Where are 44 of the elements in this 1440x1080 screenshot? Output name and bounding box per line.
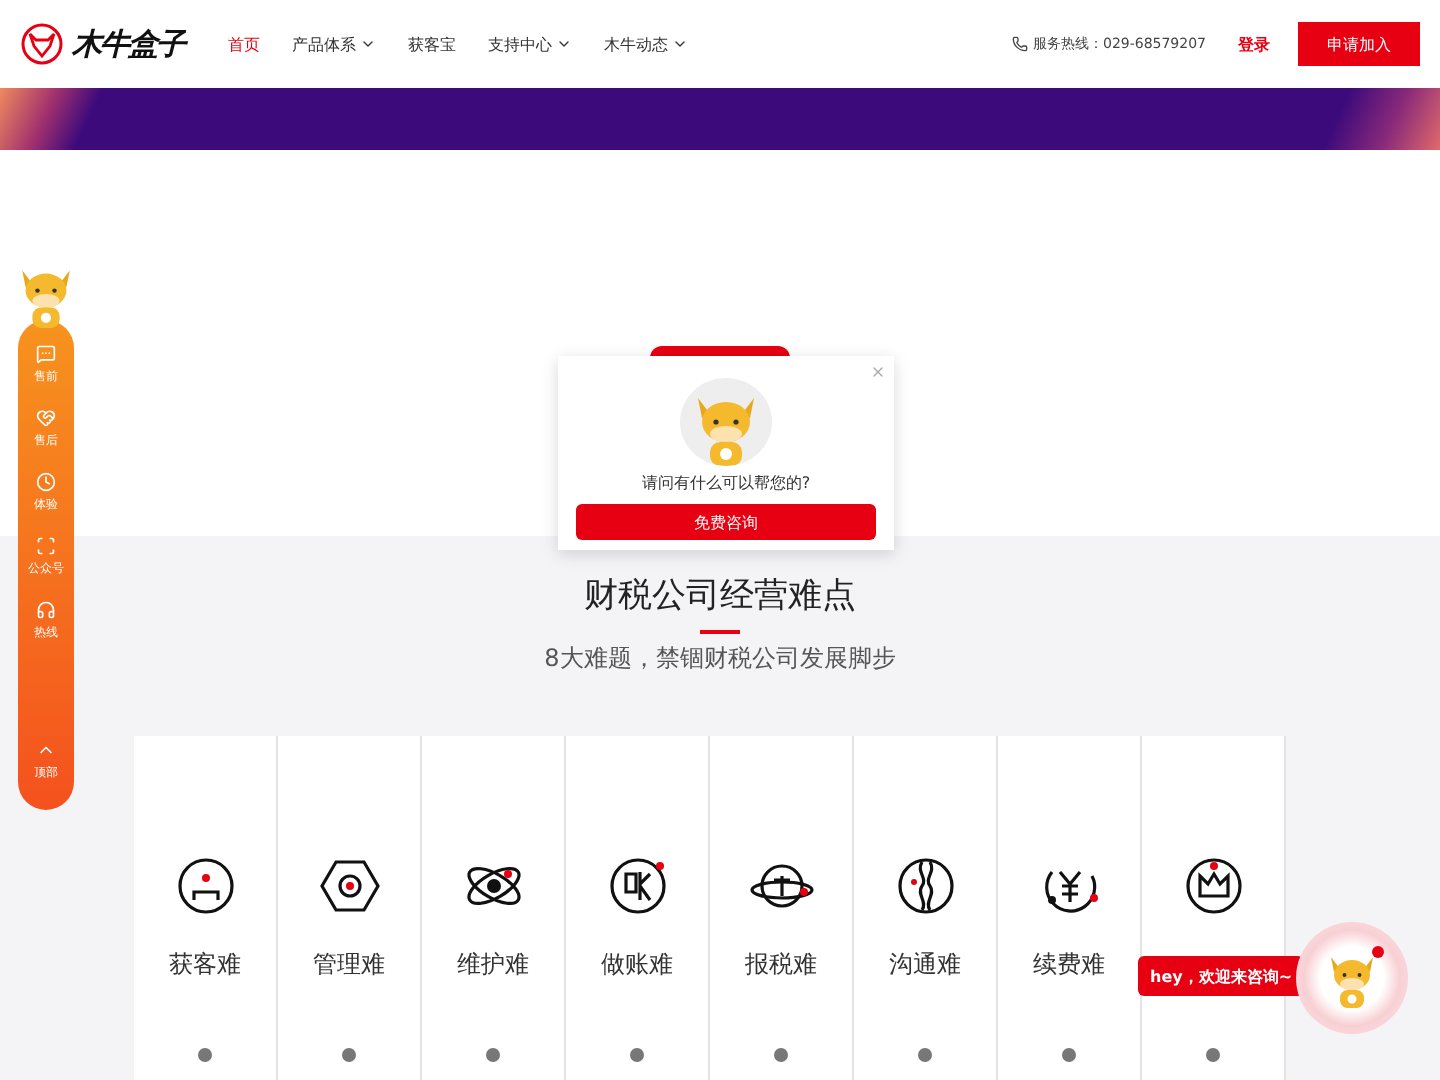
- card-dot: [918, 1048, 932, 1062]
- section-subtitle: 8大难题，禁锢财税公司发展脚步: [544, 642, 896, 676]
- login-link[interactable]: 登录: [1238, 33, 1270, 55]
- close-icon[interactable]: [870, 364, 886, 380]
- apply-button[interactable]: 申请加入: [1298, 22, 1420, 66]
- card-label: 获客难: [169, 948, 241, 980]
- sidebar-item-icon: [36, 344, 56, 364]
- brand-name: 木牛盒子: [72, 25, 184, 63]
- card-dot: [774, 1048, 788, 1062]
- difficulty-icon: [895, 856, 955, 916]
- difficulty-icon: [607, 856, 667, 916]
- nav-link[interactable]: 支持中心: [488, 33, 572, 55]
- nav-link[interactable]: 产品体系: [292, 33, 376, 55]
- chevron-down-icon: [672, 36, 688, 52]
- card-dot: [486, 1048, 500, 1062]
- sidebar-item-icon: [36, 536, 56, 556]
- sidebar-item-icon: [36, 472, 56, 492]
- card-label: 续费难: [1033, 948, 1105, 980]
- card-label: 维护难: [457, 948, 529, 980]
- nav-link[interactable]: 获客宝: [408, 33, 456, 55]
- nav-link[interactable]: 首页: [228, 33, 260, 55]
- card-label: 管理难: [313, 948, 385, 980]
- free-consult-button[interactable]: 免费咨询: [576, 504, 876, 540]
- nav-link[interactable]: 木牛动态: [604, 33, 688, 55]
- phone-icon: [1012, 36, 1029, 52]
- difficulty-icon: [319, 856, 379, 916]
- greeting-bubble: hey，欢迎来咨询~: [1138, 956, 1305, 996]
- card-label: 做账难: [601, 948, 673, 980]
- bull-logo-icon: [20, 22, 64, 66]
- card-dot: [1062, 1048, 1076, 1062]
- sidebar-item-icon: [36, 600, 56, 620]
- card-dot: [1206, 1048, 1220, 1062]
- card-dot: [198, 1048, 212, 1062]
- chevron-down-icon: [556, 36, 572, 52]
- difficulty-icon: [175, 856, 235, 916]
- card-dot: [630, 1048, 644, 1062]
- difficulty-icon: [1183, 856, 1243, 916]
- sidebar-item-icon: [36, 408, 56, 428]
- card-label: 沟通难: [889, 948, 961, 980]
- card-dot: [342, 1048, 356, 1062]
- card-label: 报税难: [745, 948, 817, 980]
- help-question: 请问有什么可以帮您的?: [641, 472, 811, 494]
- chevron-down-icon: [360, 36, 376, 52]
- section-title: 财税公司经营难点: [584, 574, 856, 618]
